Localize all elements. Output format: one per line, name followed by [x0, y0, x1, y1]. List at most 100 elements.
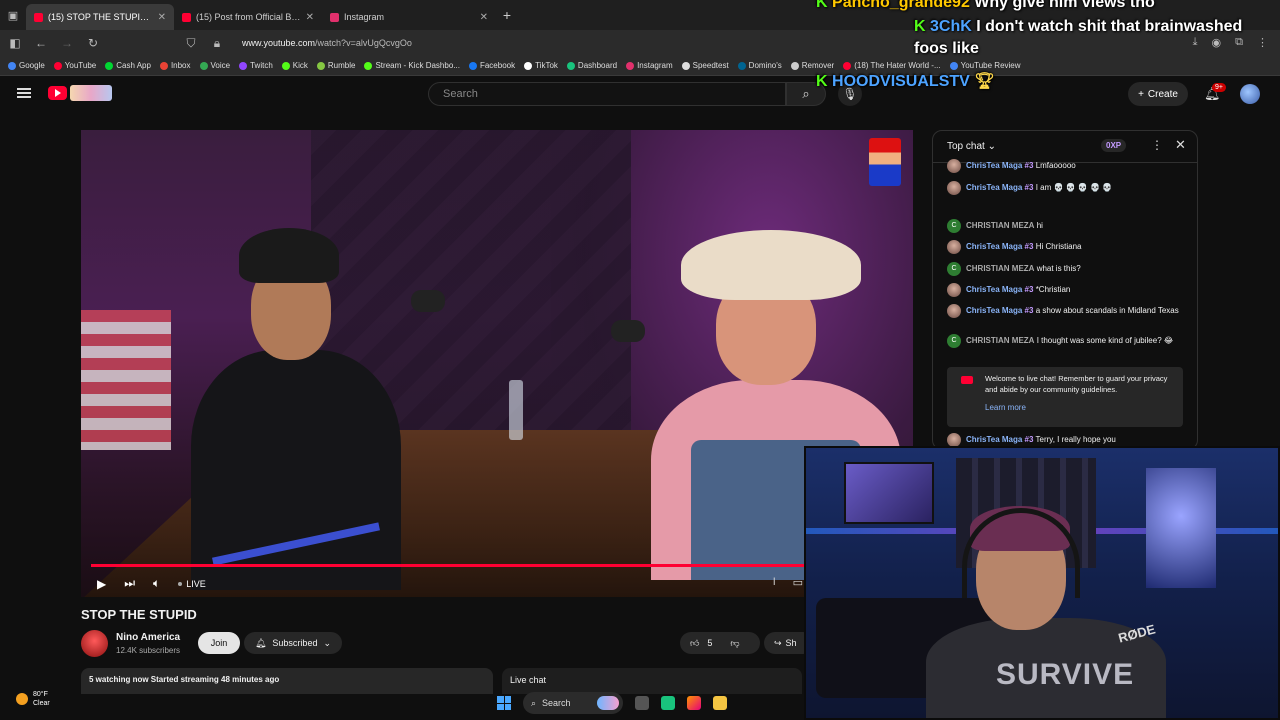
xp-badge[interactable]: 0XP — [1101, 139, 1127, 152]
chat-message: ChrisTea Maga #3 Lmfaooooo — [947, 159, 1187, 173]
bookmark-item[interactable]: Cash App — [105, 61, 151, 70]
bookmark-item[interactable]: Instagram — [626, 61, 673, 70]
tab-label: (15) STOP THE STUPID - YouTube — [48, 12, 153, 22]
sidebar-toggle-icon[interactable]: ◧ — [8, 36, 22, 50]
url-field[interactable]: www.youtube.com/watch?v=alvUgQcvgOo — [242, 38, 412, 48]
channel-watermark-icon[interactable] — [869, 138, 901, 186]
bookmark-label: (18) The Hater World -... — [854, 61, 941, 70]
browser-tab-blue-devil[interactable]: (15) Post from Official Blue Dev ✕ — [174, 4, 322, 30]
learn-more-link[interactable]: Learn more — [985, 402, 1175, 413]
lock-icon[interactable]: 🔒︎ — [210, 36, 224, 51]
bookmark-item[interactable]: TikTok — [524, 61, 558, 70]
bookmark-item[interactable]: Stream - Kick Dashbo... — [364, 61, 460, 70]
live-indicator[interactable]: LIVE — [178, 579, 206, 589]
chat-author[interactable]: ChrisTea Maga — [966, 183, 1022, 192]
close-tab-icon[interactable]: ✕ — [306, 12, 314, 23]
create-button[interactable]: + Create — [1128, 82, 1188, 106]
chat-author[interactable]: CHRISTIAN MEZA — [966, 264, 1034, 273]
account-avatar[interactable] — [1240, 84, 1260, 104]
back-icon[interactable]: ← — [34, 36, 48, 50]
description-box[interactable]: 5 watching now Started streaming 48 minu… — [81, 668, 493, 694]
player-controls: ▶ ⏭︎ 🔈︎ LIVE ⏽ ▭ — [81, 570, 913, 597]
bookmark-item[interactable]: Kick — [281, 61, 308, 70]
close-tab-icon[interactable]: ✕ — [158, 12, 166, 23]
like-icon[interactable]: 👍︎ — [690, 638, 699, 649]
play-icon[interactable]: ▶ — [97, 577, 106, 591]
progress-bar[interactable] — [91, 564, 903, 567]
plus-icon: + — [1138, 88, 1144, 100]
dislike-icon[interactable]: 👎︎ — [730, 638, 739, 649]
bookmark-item[interactable]: Remover — [790, 61, 834, 70]
video-player[interactable]: ▶ ⏭︎ 🔈︎ LIVE ⏽ ▭ — [81, 130, 913, 597]
bookmark-favicon-icon — [566, 61, 575, 70]
chat-avatar: C — [947, 262, 961, 276]
top-chat-dropdown[interactable]: Top chat ⌄ — [947, 141, 996, 152]
join-button[interactable]: Join — [198, 632, 240, 654]
close-icon[interactable]: ✕ — [1175, 137, 1186, 153]
channel-avatar[interactable] — [81, 630, 108, 657]
channel-name[interactable]: Nino America — [116, 632, 180, 643]
reload-icon[interactable]: ↻ — [86, 36, 100, 50]
temperature: 80°F — [33, 691, 48, 698]
url-path: /watch?v=alvUgQcvgOo — [315, 38, 412, 48]
bookmark-item[interactable]: Dashboard — [566, 61, 617, 70]
bookmark-item[interactable]: YouTube Review — [949, 61, 1021, 70]
chat-author[interactable]: CHRISTIAN MEZA — [966, 221, 1034, 230]
next-icon[interactable]: ⏭︎ — [124, 576, 135, 591]
bookmark-item[interactable]: YouTube — [53, 61, 96, 70]
chat-author[interactable]: ChrisTea Maga — [966, 242, 1022, 251]
hamburger-menu-icon[interactable] — [17, 88, 31, 98]
bookmark-item[interactable]: Rumble — [316, 61, 355, 70]
autoplay-toggle[interactable]: ⏽ — [770, 576, 779, 589]
bookmark-item[interactable]: (18) The Hater World -... — [843, 61, 941, 70]
bookmark-favicon-icon — [239, 61, 248, 70]
bookmark-item[interactable]: Twitch — [239, 61, 273, 70]
bookmark-label: Twitch — [250, 61, 273, 70]
chat-avatar — [947, 433, 961, 447]
bookmark-favicon-icon — [626, 61, 635, 70]
player-right-controls: ⏽ ▭ — [770, 576, 803, 589]
captions-icon[interactable]: ▭ — [793, 576, 803, 589]
task-view-icon[interactable] — [635, 696, 649, 710]
bookmark-item[interactable]: Domino's — [737, 61, 782, 70]
live-chat-toggle[interactable]: Live chat — [502, 668, 802, 694]
chat-author[interactable]: ChrisTea Maga — [966, 285, 1022, 294]
chat-message: ChrisTea Maga #3 Terry, I really hope yo… — [947, 433, 1187, 447]
search-highlight-icon — [597, 696, 619, 710]
subscribed-button[interactable]: 🔔︎ Subscribed ⌄ — [244, 632, 342, 654]
firefox-icon[interactable] — [687, 696, 701, 710]
app-icon-green[interactable] — [661, 696, 675, 710]
weather-condition: Clear — [33, 700, 50, 707]
new-tab-icon[interactable]: + — [496, 7, 518, 23]
bookmark-item[interactable]: Voice — [199, 61, 230, 70]
bookmark-item[interactable]: Google — [8, 61, 45, 70]
forward-icon[interactable]: → — [60, 36, 74, 50]
background-monitor — [844, 462, 934, 524]
bookmark-favicon-icon — [843, 61, 852, 70]
welcome-notice: Welcome to live chat! Remember to guard … — [947, 367, 1183, 427]
close-tab-icon[interactable]: ✕ — [480, 12, 488, 23]
chat-author[interactable]: CHRISTIAN MEZA — [966, 336, 1034, 345]
taskbar-search[interactable]: ⌕ Search — [523, 692, 623, 714]
bookmark-item[interactable]: Speedtest — [681, 61, 729, 70]
chat-author[interactable]: ChrisTea Maga — [966, 161, 1022, 170]
chat-message: C CHRISTIAN MEZA what is this? — [947, 262, 1187, 276]
tab-actions-icon[interactable]: ▣ — [0, 0, 26, 30]
windows-start-icon[interactable] — [497, 696, 511, 710]
weather-widget[interactable]: 80°F Clear — [16, 690, 50, 708]
browser-tab-instagram[interactable]: Instagram ✕ — [322, 4, 496, 30]
search-input[interactable]: Search — [428, 82, 786, 106]
bookmark-favicon-icon — [681, 61, 690, 70]
youtube-doodle[interactable] — [70, 85, 112, 101]
shield-icon[interactable]: ⛉ — [184, 36, 198, 51]
bookmark-item[interactable]: Inbox — [159, 61, 191, 70]
file-explorer-icon[interactable] — [713, 696, 727, 710]
chat-author[interactable]: ChrisTea Maga — [966, 435, 1022, 444]
bookmark-item[interactable]: Facebook — [468, 61, 515, 70]
browser-tab-youtube-video[interactable]: (15) STOP THE STUPID - YouTube ✕ — [26, 4, 174, 30]
volume-icon[interactable]: 🔈︎ — [153, 576, 160, 591]
more-options-icon[interactable]: ⋮ — [1151, 138, 1163, 152]
chat-author[interactable]: ChrisTea Maga — [966, 306, 1022, 315]
youtube-logo-icon[interactable] — [48, 86, 67, 100]
create-label: Create — [1147, 88, 1178, 100]
